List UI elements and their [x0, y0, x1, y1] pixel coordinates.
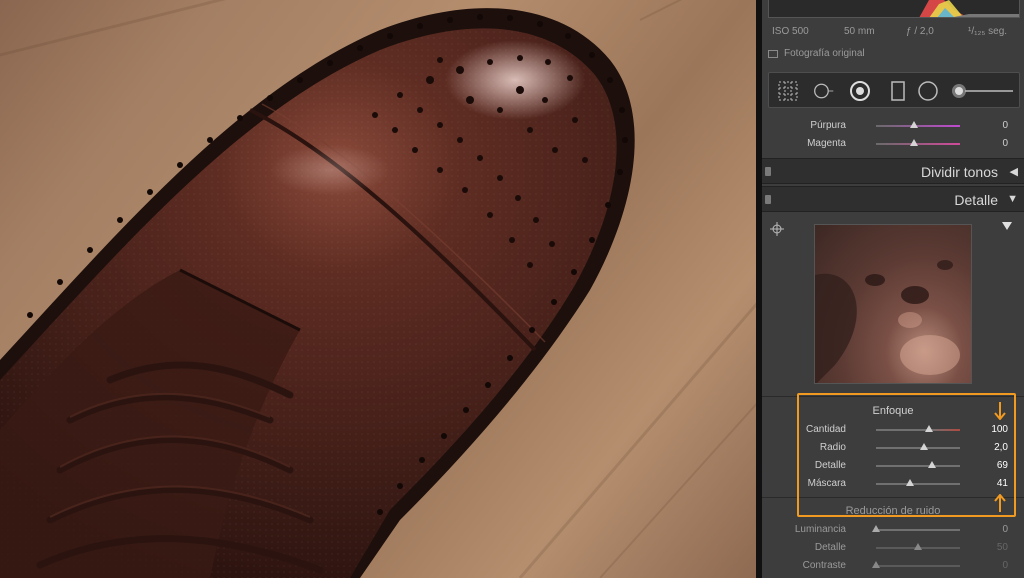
develop-right-panel: ISO 500 50 mm ƒ / 2,0 ¹/₁₂₅ seg. Fotogra…	[762, 0, 1024, 578]
slider-thumb[interactable]	[910, 139, 918, 146]
slider-track[interactable]	[876, 125, 960, 127]
slider-track[interactable]	[876, 447, 960, 449]
divider	[762, 396, 1024, 397]
original-photo-toggle[interactable]: Fotografía original	[768, 48, 865, 59]
red-eye-icon[interactable]	[849, 80, 871, 102]
slider-thumb[interactable]	[872, 561, 880, 568]
section-title: Detalle	[954, 192, 998, 208]
slider-value[interactable]: 41	[997, 478, 1008, 489]
slider-thumb[interactable]	[914, 543, 922, 550]
radial-filter-icon[interactable]	[917, 80, 939, 102]
section-title: Dividir tonos	[920, 164, 998, 180]
slider-value[interactable]: 0	[1002, 524, 1008, 535]
section-detail[interactable]: Detalle ▼	[762, 186, 1024, 212]
slider-detail[interactable]: Detalle 69	[762, 458, 1024, 474]
slider-masking[interactable]: Máscara 41	[762, 476, 1024, 492]
slider-thumb[interactable]	[872, 525, 880, 532]
shoe-photo	[0, 0, 756, 578]
slider-thumb[interactable]	[920, 443, 928, 450]
photo-preview[interactable]	[0, 0, 756, 578]
divider	[762, 497, 1024, 498]
slider-value[interactable]: 0	[1002, 138, 1008, 149]
slider-label: Cantidad	[805, 424, 846, 435]
slider-label: Radio	[819, 442, 846, 453]
slider-label: Magenta	[807, 138, 846, 149]
aperture-value: ƒ / 2,0	[906, 26, 934, 37]
slider-contrast[interactable]: Contraste 0	[762, 558, 1024, 574]
brush-icon[interactable]	[949, 80, 1015, 102]
slider-value[interactable]: 100	[991, 424, 1008, 435]
panel-switch-icon[interactable]	[765, 167, 771, 176]
slider-track[interactable]	[876, 483, 960, 485]
original-photo-checkbox[interactable]	[768, 49, 778, 58]
slider-track[interactable]	[876, 529, 960, 531]
slider-luminance[interactable]: Luminancia 0	[762, 522, 1024, 538]
histogram[interactable]	[768, 0, 1020, 18]
noise-reduction-title: Reducción de ruido	[845, 505, 941, 517]
grid-tool-icon[interactable]	[777, 80, 799, 102]
slider-label: Detalle	[814, 460, 846, 471]
slider-track[interactable]	[876, 429, 960, 431]
slider-value[interactable]: 50	[997, 542, 1008, 553]
expand-triangle-icon[interactable]: ◀	[1010, 165, 1018, 178]
original-photo-label: Fotografía original	[784, 48, 865, 59]
section-split-toning[interactable]: Dividir tonos ◀	[762, 158, 1024, 184]
collapse-triangle-icon[interactable]	[1002, 222, 1012, 230]
slider-nr-detail[interactable]: Detalle 50	[762, 540, 1024, 556]
collapse-triangle-icon[interactable]: ▼	[1007, 193, 1018, 205]
slider-radius[interactable]: Radio 2,0	[762, 440, 1024, 456]
slider-thumb[interactable]	[906, 479, 914, 486]
slider-label: Contraste	[802, 560, 846, 571]
slider-thumb[interactable]	[928, 461, 936, 468]
slider-track[interactable]	[876, 143, 960, 145]
focal-length-value: 50 mm	[844, 26, 875, 37]
crosshair-icon[interactable]	[770, 222, 784, 236]
slider-track[interactable]	[876, 465, 960, 467]
slider-purple[interactable]: Púrpura 0	[762, 118, 1024, 134]
slider-thumb[interactable]	[910, 121, 918, 128]
panel-switch-icon[interactable]	[765, 195, 771, 204]
slider-label: Detalle	[814, 542, 846, 553]
slider-value[interactable]: 0	[1002, 560, 1008, 571]
shutter-speed-value: ¹/₁₂₅ seg.	[968, 26, 1008, 37]
spot-removal-icon[interactable]	[813, 80, 835, 102]
slider-track[interactable]	[876, 565, 960, 567]
graduated-filter-icon[interactable]	[887, 80, 909, 102]
slider-label: Púrpura	[810, 120, 846, 131]
tool-strip	[768, 72, 1020, 108]
sharpening-title: Enfoque	[872, 405, 914, 417]
detail-preview[interactable]	[814, 224, 972, 384]
slider-value[interactable]: 2,0	[994, 442, 1008, 453]
iso-value: ISO 500	[772, 26, 809, 37]
slider-label: Máscara	[807, 478, 846, 489]
slider-magenta[interactable]: Magenta 0	[762, 136, 1024, 152]
slider-label: Luminancia	[794, 524, 846, 535]
slider-amount[interactable]: Cantidad 100	[762, 422, 1024, 438]
slider-thumb[interactable]	[925, 425, 933, 432]
slider-value[interactable]: 0	[1002, 120, 1008, 131]
slider-value[interactable]: 69	[997, 460, 1008, 471]
